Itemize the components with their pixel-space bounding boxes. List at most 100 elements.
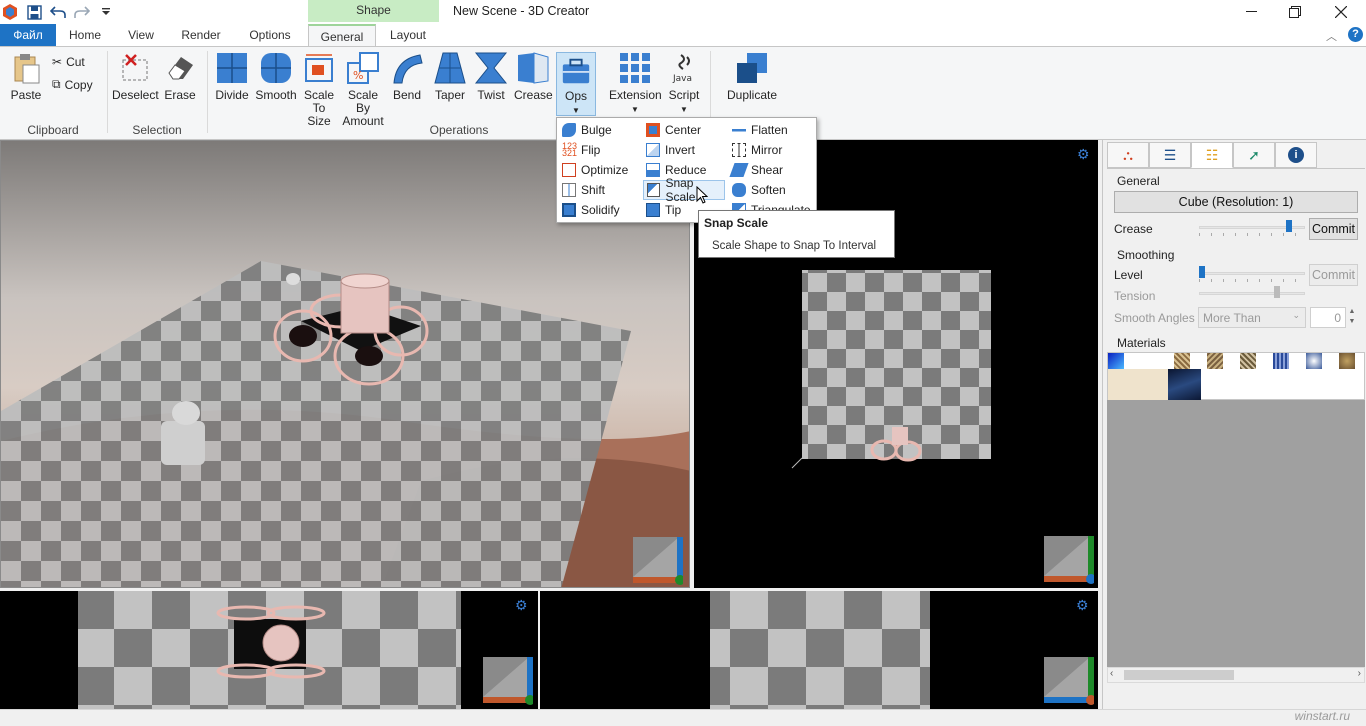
menu-item-shift[interactable]: Shift [559,180,641,200]
menu-label: Reduce [665,163,707,177]
menu-label: Center [665,123,702,137]
status-bar: winstart.ru [0,709,1366,726]
settings-gear-icon[interactable]: ⚙ [515,597,528,614]
paste-button[interactable]: Paste [6,51,46,102]
erase-button[interactable]: Erase [162,51,198,102]
smooth-angles-input[interactable]: 0 [1310,307,1346,328]
copy-button[interactable]: ⧉ Copy [52,77,93,92]
menu-item-soften[interactable]: Soften [729,180,815,200]
tension-slider-thumb[interactable] [1274,286,1280,298]
material-swatch-selected[interactable] [1108,369,1168,401]
axis-gizmo[interactable] [1044,657,1096,707]
scroll-right-icon[interactable]: › [1358,668,1361,679]
taper-button[interactable]: Taper [432,51,468,102]
snap-scale-tooltip: Snap Scale Scale Shape to Snap To Interv… [698,210,895,258]
bend-button[interactable]: Bend [390,51,424,102]
menu-item-invert[interactable]: Invert [643,140,729,160]
panel-tabs: ⛬ ☰ ☷ ➚ i [1107,142,1317,168]
material-swatch[interactable] [1174,353,1190,369]
axis-gizmo[interactable] [633,537,685,587]
scale-to-size-button[interactable]: Scale To Size [301,51,337,128]
axis-gizmo[interactable] [483,657,535,707]
restore-button[interactable] [1272,0,1318,24]
tab-home[interactable]: Home [62,24,108,46]
material-swatch[interactable] [1108,353,1124,369]
taper-icon [434,52,466,84]
close-button[interactable] [1318,0,1364,24]
crease-commit-button[interactable]: Commit [1309,218,1358,240]
info-tab[interactable]: i [1275,142,1317,168]
collapse-ribbon-icon[interactable]: ︿ [1326,28,1337,44]
front-viewport[interactable]: ⚙ [0,591,538,709]
crease-button[interactable]: Crease [514,51,553,102]
horizontal-scrollbar[interactable]: ‹ › [1107,667,1365,683]
menu-item-flatten[interactable]: Flatten [729,120,815,140]
scale-by-amount-button[interactable]: % Scale By Amount [340,51,386,128]
scene-tree-tab[interactable]: ⛬ [1107,142,1149,168]
crease-slider[interactable] [1199,220,1305,236]
soften-icon [732,183,746,197]
settings-gear-icon[interactable]: ⚙ [1076,597,1089,614]
menu-item-solidify[interactable]: Solidify [559,200,641,220]
material-swatch[interactable] [1273,353,1289,369]
level-commit-button[interactable]: Commit [1309,264,1358,286]
material-swatch[interactable] [1168,369,1201,401]
side-viewport[interactable]: ⚙ [540,591,1098,709]
menu-item-flip[interactable]: 123 321 Flip [559,140,641,160]
scrollbar-thumb[interactable] [1124,670,1234,680]
smooth-angles-select[interactable]: More Than ⌄ [1198,307,1306,328]
scroll-left-icon[interactable]: ‹ [1110,668,1113,679]
window-title: New Scene - 3D Creator [453,4,590,18]
axis-gizmo[interactable] [1044,536,1096,586]
side-view-scene [710,591,930,709]
save-icon[interactable] [24,2,44,22]
smooth-angles-spinner[interactable]: ▲ ▼ [1346,307,1358,328]
tab-render[interactable]: Render [175,24,227,46]
extension-button[interactable]: Extension ▼ [609,51,662,116]
tab-options[interactable]: Options [240,24,300,46]
undo-icon[interactable] [48,2,68,22]
twist-button[interactable]: Twist [474,51,508,102]
clipboard-group-label: Clipboard [27,123,79,137]
tooltip-description: Scale Shape to Snap To Interval [712,240,877,252]
tension-slider[interactable] [1199,286,1305,302]
settings-gear-icon[interactable]: ⚙ [1077,146,1090,163]
center-icon [646,123,660,137]
cut-button[interactable]: ✂ Cut [52,55,85,69]
tab-view[interactable]: View [118,24,164,46]
properties-tab[interactable]: ☷ [1191,142,1233,168]
tab-layout[interactable]: Layout [380,24,436,46]
material-swatch[interactable] [1306,353,1322,369]
scale-by-amount-label-1: Scale By [347,88,379,115]
crease-slider-thumb[interactable] [1286,220,1292,232]
menu-item-shear[interactable]: Shear [729,160,815,180]
list-tab[interactable]: ☰ [1149,142,1191,168]
level-label: Level [1114,268,1143,282]
level-slider[interactable] [1199,266,1305,282]
tab-file[interactable]: Файл [0,24,56,46]
divide-button[interactable]: Divide [214,51,250,102]
menu-item-mirror[interactable]: Mirror [729,140,815,160]
minimize-button[interactable] [1228,0,1274,24]
ops-button[interactable]: Ops ▼ [556,52,596,116]
material-swatch[interactable] [1207,353,1223,369]
solidify-icon [562,203,576,217]
taper-label: Taper [434,88,466,102]
menu-item-snap-scale[interactable]: Snap Scale [643,176,725,204]
menu-item-bulge[interactable]: Bulge [559,120,641,140]
level-slider-thumb[interactable] [1199,266,1205,278]
shape-type-button[interactable]: Cube (Resolution: 1) [1114,191,1358,213]
help-icon[interactable]: ? [1348,27,1363,42]
deselect-button[interactable]: Deselect [112,51,159,102]
material-swatch[interactable] [1339,353,1355,369]
smooth-button[interactable]: Smooth [254,51,298,102]
menu-item-center[interactable]: Center [643,120,729,140]
tab-general[interactable]: General [308,24,376,46]
select-tab[interactable]: ➚ [1233,142,1275,168]
javascript-button[interactable]: Java Script ▼ [666,51,702,116]
redo-icon[interactable] [72,2,92,22]
material-swatch[interactable] [1240,353,1256,369]
customize-qat-icon[interactable] [96,2,116,22]
menu-item-optimize[interactable]: Optimize [559,160,641,180]
duplicate-button[interactable]: Duplicate [724,51,780,102]
